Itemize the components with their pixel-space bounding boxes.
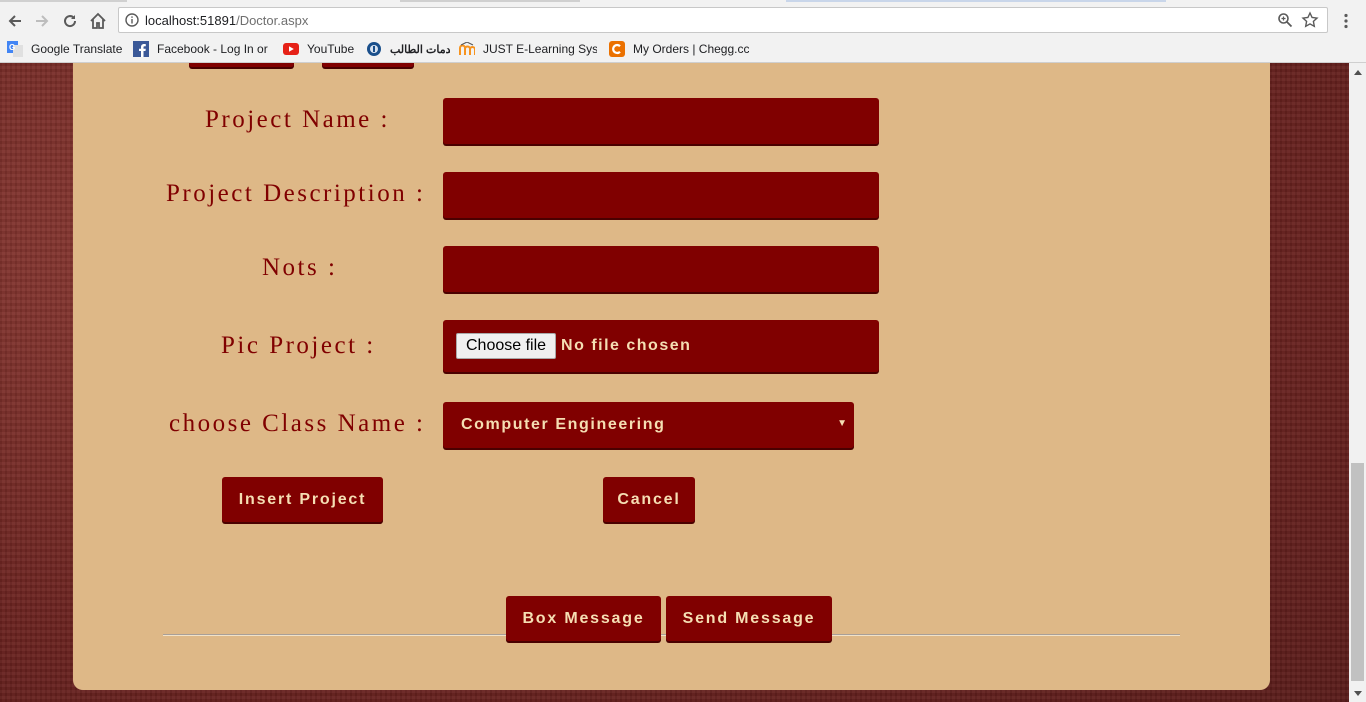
pic-project-label: Pic Project : xyxy=(221,332,376,359)
arrow-left-icon xyxy=(8,15,21,27)
google-translate-icon: G xyxy=(7,41,23,57)
chegg-icon xyxy=(609,41,625,57)
bookmark-facebook[interactable]: Facebook - Log In or xyxy=(133,41,269,57)
zoom-icon[interactable] xyxy=(1277,12,1293,28)
bookmark-student-services[interactable]: خدمات الطالب xyxy=(366,41,450,57)
class-name-select[interactable]: Computer Engineering ▼ xyxy=(443,402,854,448)
youtube-icon xyxy=(283,41,299,57)
svg-text:G: G xyxy=(9,43,15,52)
dropdown-arrow-icon: ▼ xyxy=(837,418,847,429)
cancel-button[interactable]: Cancel xyxy=(603,477,695,522)
send-message-button[interactable]: Send Message xyxy=(666,596,832,641)
scrollbar-thumb[interactable] xyxy=(1351,463,1364,681)
box-message-button[interactable]: Box Message xyxy=(506,596,661,641)
bookmark-chegg[interactable]: My Orders | Chegg.cc xyxy=(609,41,749,57)
reload-button[interactable] xyxy=(58,9,82,33)
pic-project-file-input[interactable]: Choose file No file chosen xyxy=(443,320,879,372)
address-bar[interactable]: localhost:51891/Doctor.aspx xyxy=(118,7,1328,33)
project-name-input[interactable] xyxy=(443,98,879,144)
back-button[interactable] xyxy=(3,9,27,33)
bookmark-just-elearning[interactable]: JUST E-Learning Syste xyxy=(459,41,597,57)
tab-edge xyxy=(400,0,580,2)
home-button[interactable] xyxy=(86,9,110,33)
bookmark-google-translate[interactable]: G Google Translate xyxy=(7,41,125,57)
kebab-menu-icon xyxy=(1344,13,1348,29)
facebook-icon xyxy=(133,41,149,57)
scroll-up-icon[interactable] xyxy=(1349,63,1366,80)
tab-edge xyxy=(0,0,127,2)
url-host: localhost:51891 xyxy=(145,13,237,28)
home-icon xyxy=(90,12,106,29)
browser-menu-button[interactable] xyxy=(1336,9,1356,33)
choose-file-button[interactable]: Choose file xyxy=(456,333,557,359)
scroll-down-icon[interactable] xyxy=(1349,685,1366,702)
arrow-right-icon xyxy=(36,15,49,27)
bookmarks-bar: G Google Translate Facebook - Log In or … xyxy=(0,36,1366,63)
project-name-label: Project Name : xyxy=(205,106,390,133)
browser-toolbar: localhost:51891/Doctor.aspx xyxy=(0,6,1366,36)
tab-edge xyxy=(786,0,1166,2)
project-description-label: Project Description : xyxy=(166,180,426,207)
moodle-icon xyxy=(459,41,475,57)
bookmark-youtube[interactable]: YouTube xyxy=(283,41,358,57)
url-path: /Doctor.aspx xyxy=(236,13,309,28)
forward-button[interactable] xyxy=(30,9,54,33)
reload-icon xyxy=(64,15,77,28)
class-name-selected-value: Computer Engineering xyxy=(461,416,666,433)
file-status-text: No file chosen xyxy=(561,337,692,354)
notes-label: Nots : xyxy=(262,254,338,281)
project-description-input[interactable] xyxy=(443,172,879,218)
class-name-label: choose Class Name : xyxy=(169,410,426,437)
page-viewport: Project Name : Project Description : Not… xyxy=(0,63,1349,702)
form-panel: Project Name : Project Description : Not… xyxy=(73,63,1270,690)
university-seal-icon xyxy=(366,41,382,57)
bookmark-star-icon[interactable] xyxy=(1301,11,1319,29)
notes-input[interactable] xyxy=(443,246,879,292)
info-icon[interactable] xyxy=(125,13,139,27)
previous-nav-button[interactable] xyxy=(189,63,294,67)
insert-project-button[interactable]: Insert Project xyxy=(222,477,383,522)
page-scrollbar[interactable] xyxy=(1349,63,1366,702)
previous-nav-button[interactable] xyxy=(322,63,414,67)
url-text: localhost:51891/Doctor.aspx xyxy=(145,13,308,28)
